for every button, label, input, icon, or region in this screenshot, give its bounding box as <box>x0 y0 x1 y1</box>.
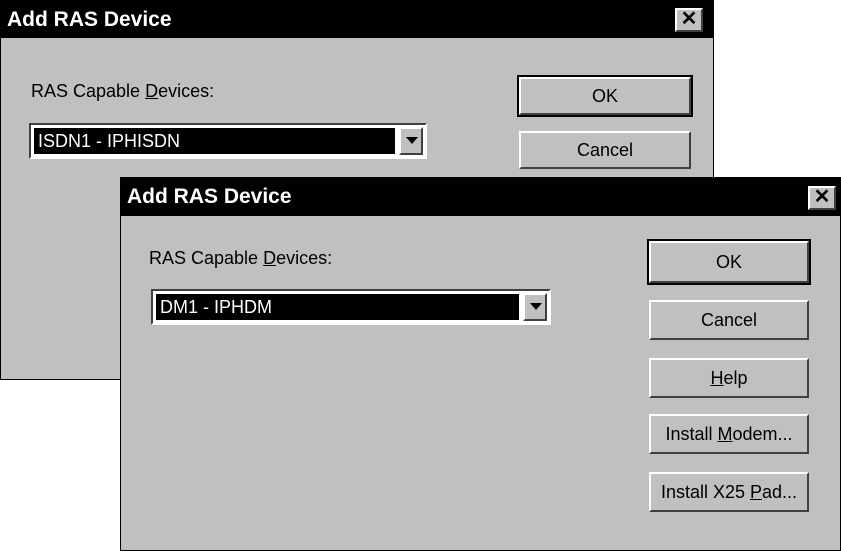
selected-device: DM1 - IPHDM <box>156 294 519 320</box>
install-modem-button[interactable]: Install Modem... <box>649 414 809 454</box>
close-button[interactable]: ✕ <box>675 8 703 32</box>
ras-devices-dropdown[interactable]: DM1 - IPHDM <box>151 289 551 325</box>
dialog-title: Add RAS Device <box>7 8 172 31</box>
close-icon: ✕ <box>813 186 831 208</box>
title-bar[interactable]: Add RAS Device ✕ <box>1 1 713 38</box>
cancel-button[interactable]: Cancel <box>519 131 691 169</box>
close-button[interactable]: ✕ <box>808 186 836 210</box>
title-bar[interactable]: Add RAS Device ✕ <box>121 178 840 216</box>
help-button[interactable]: Help <box>649 358 809 398</box>
ok-button[interactable]: OK <box>517 75 693 117</box>
ok-button[interactable]: OK <box>647 239 811 285</box>
ras-devices-dropdown[interactable]: ISDN1 - IPHISDN <box>29 123 427 159</box>
chevron-down-icon[interactable] <box>523 293 547 321</box>
dialog-title: Add RAS Device <box>127 185 292 208</box>
cancel-button[interactable]: Cancel <box>649 300 809 340</box>
ras-capable-devices-label: RAS Capable Devices: <box>149 248 333 268</box>
ras-capable-devices-label: RAS Capable Devices: <box>31 81 215 101</box>
selected-device: ISDN1 - IPHISDN <box>34 128 395 154</box>
chevron-down-icon[interactable] <box>399 127 423 155</box>
install-x25-pad-button[interactable]: Install X25 Pad... <box>649 472 809 512</box>
close-icon: ✕ <box>680 8 698 30</box>
add-ras-device-dialog: Add RAS Device ✕ RAS Capable Devices: DM… <box>120 177 841 551</box>
